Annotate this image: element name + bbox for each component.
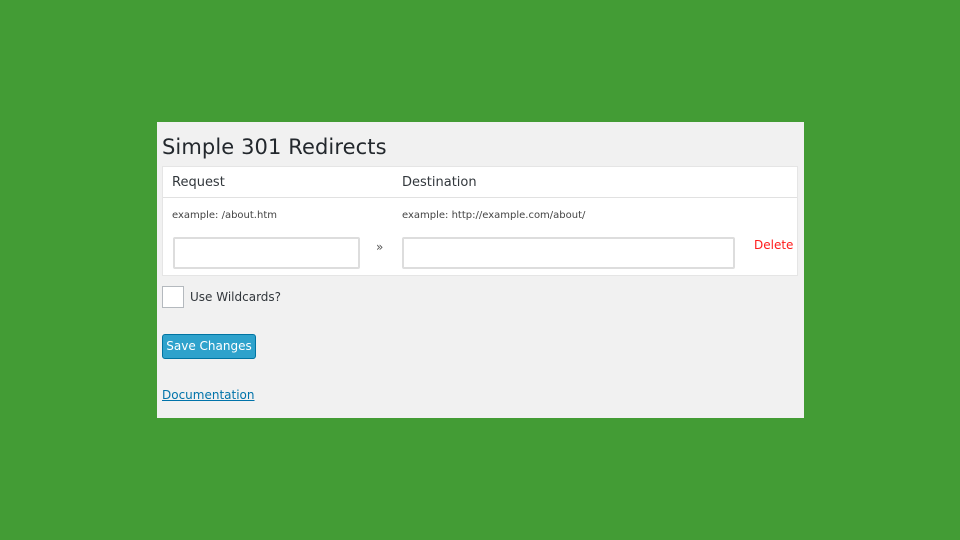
destination-input[interactable] bbox=[402, 237, 735, 269]
settings-panel: Simple 301 Redirects Request Destination… bbox=[157, 122, 804, 418]
redirects-table: Request Destination example: /about.htm … bbox=[162, 166, 798, 276]
arrow-icon: » bbox=[376, 240, 384, 254]
request-example-hint: example: /about.htm bbox=[172, 210, 277, 221]
save-changes-button[interactable]: Save Changes bbox=[162, 334, 256, 359]
use-wildcards-label: Use Wildcards? bbox=[190, 290, 282, 304]
documentation-link[interactable]: Documentation bbox=[162, 388, 255, 402]
page-title: Simple 301 Redirects bbox=[162, 135, 387, 159]
delete-link[interactable]: Delete bbox=[754, 238, 793, 252]
table-header: Request Destination bbox=[163, 167, 797, 198]
header-destination: Destination bbox=[402, 175, 477, 190]
header-request: Request bbox=[172, 175, 225, 190]
destination-example-hint: example: http://example.com/about/ bbox=[402, 210, 586, 221]
use-wildcards-checkbox[interactable] bbox=[162, 286, 184, 308]
request-input[interactable] bbox=[173, 237, 360, 269]
